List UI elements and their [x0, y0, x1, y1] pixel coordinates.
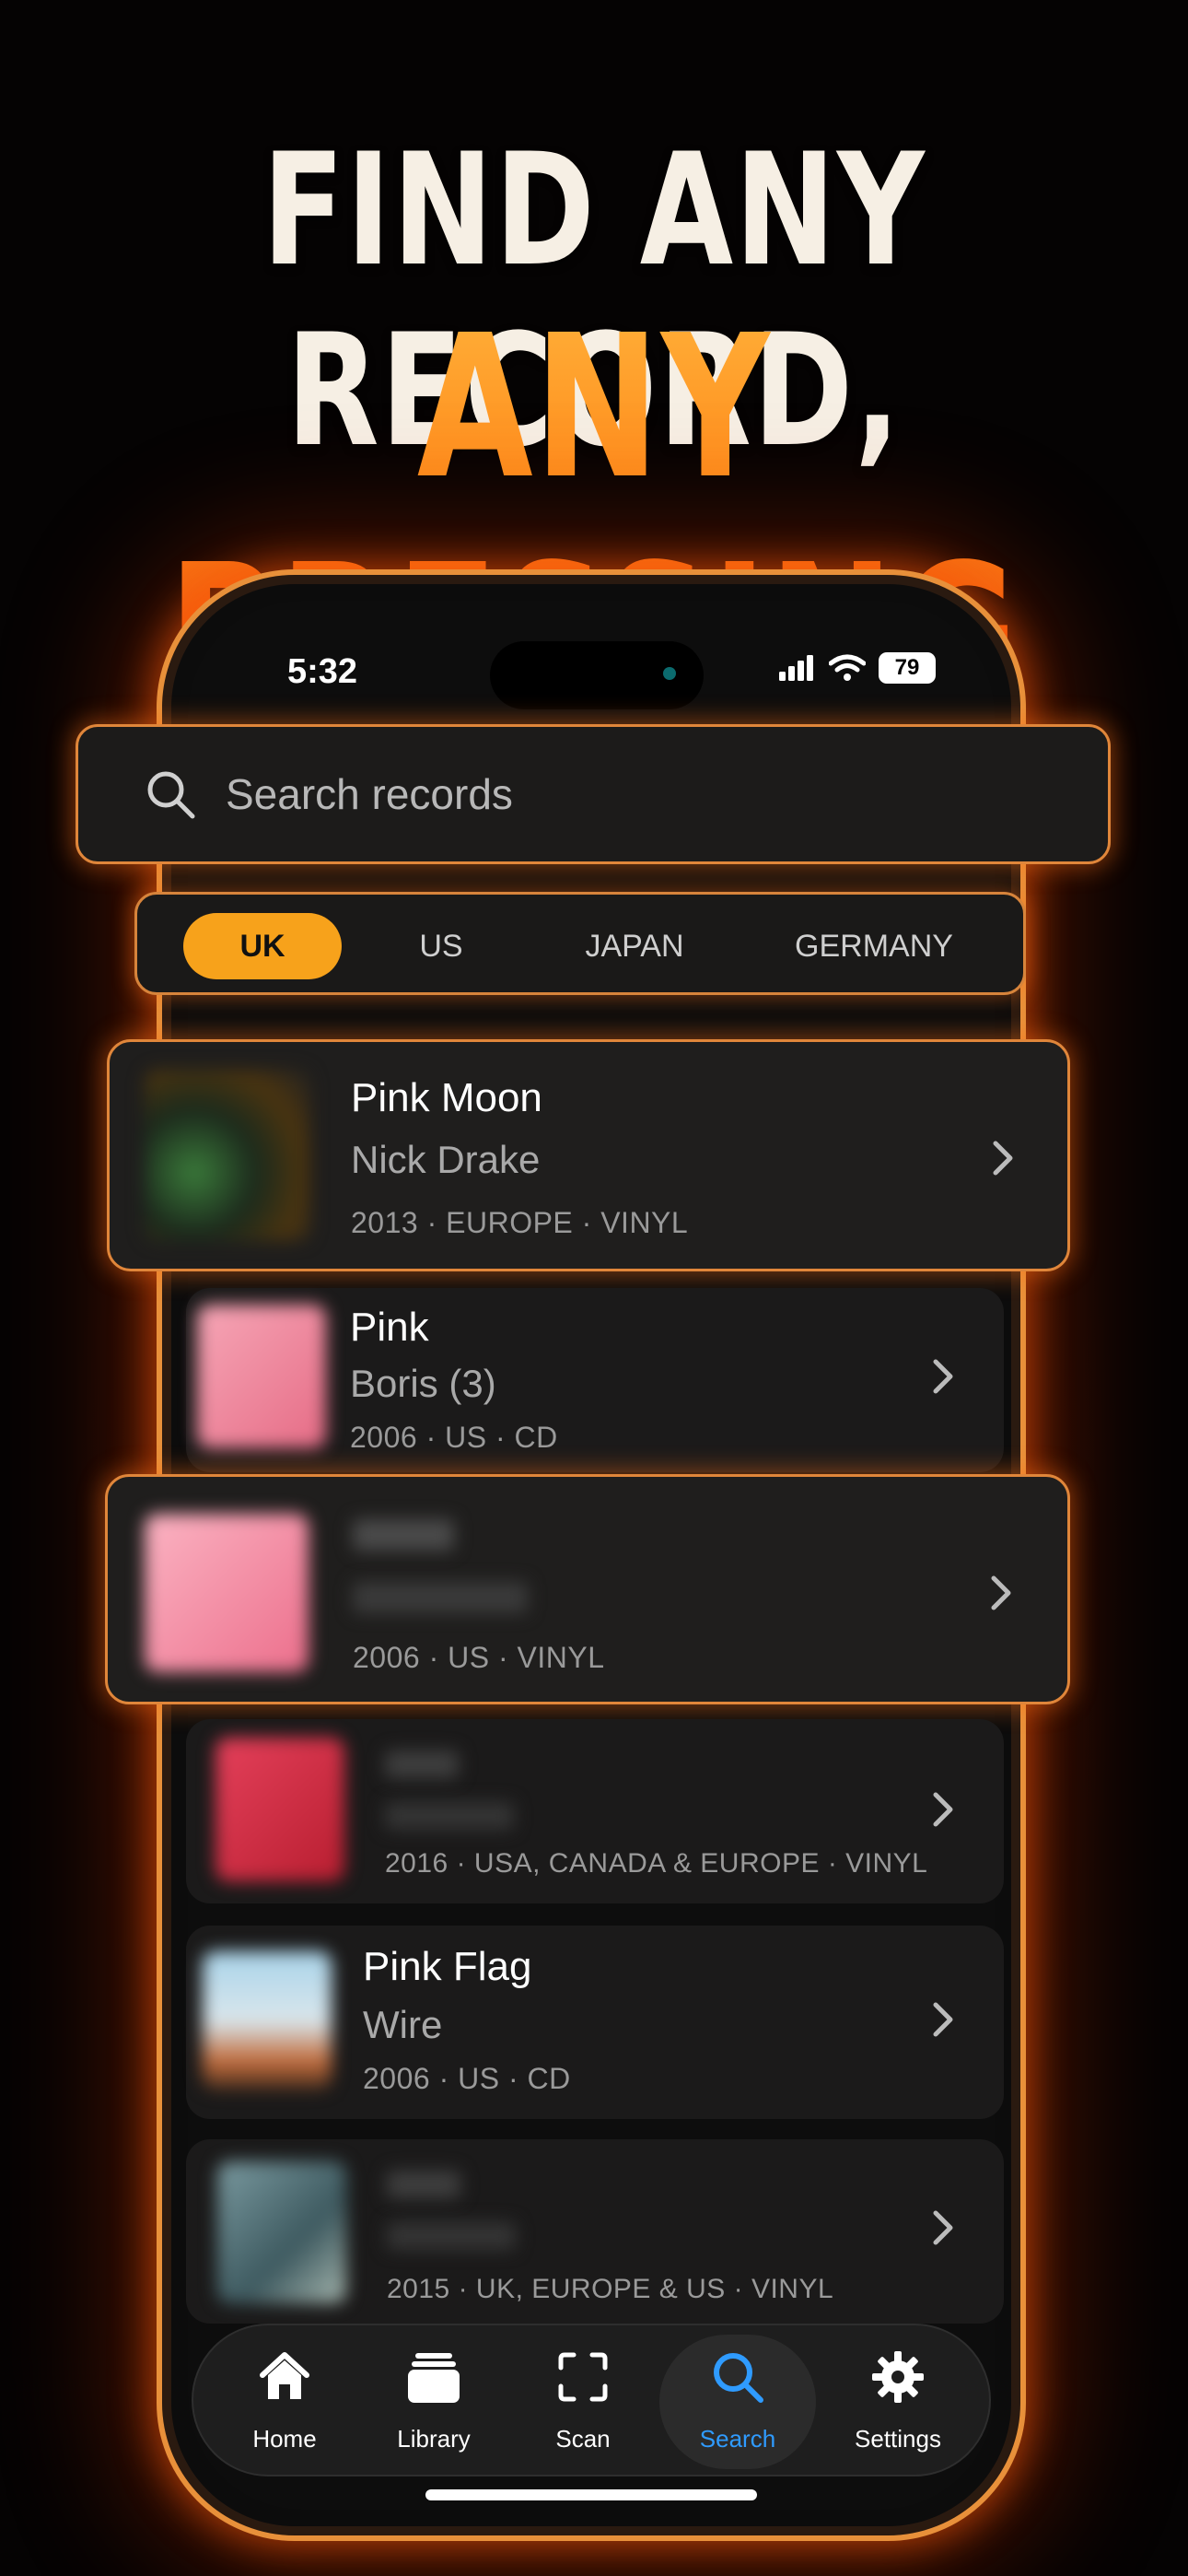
wifi-icon — [829, 654, 866, 681]
record-meta: 2006 · US · VINYL — [353, 1641, 605, 1674]
record-meta: 2015 · UK, EUROPE & US · VINYL — [387, 2274, 834, 2304]
library-icon — [408, 2353, 460, 2403]
tab-home[interactable]: Home — [215, 2325, 354, 2478]
tab-settings[interactable]: Settings — [829, 2325, 967, 2478]
tab-uk[interactable]: UK — [183, 913, 342, 979]
record-artist: Nick Drake — [351, 1138, 541, 1181]
record-artist: Wire — [363, 2003, 443, 2046]
record-artist — [353, 1582, 528, 1613]
record-title: Pink Moon — [351, 1075, 542, 1120]
list-item[interactable]: 2015 · UK, EUROPE & US · VINYL — [186, 2139, 1004, 2324]
record-title: Pink Flag — [363, 1944, 532, 1989]
search-bar[interactable]: Search records — [76, 724, 1111, 864]
camera-dot — [663, 667, 676, 680]
chevron-right-icon — [993, 1141, 1013, 1176]
record-artist: Boris (3) — [350, 1362, 496, 1405]
tab-home-label: Home — [252, 2425, 317, 2453]
search-icon — [147, 771, 195, 819]
dynamic-island — [490, 641, 704, 709]
record-artist — [387, 2222, 516, 2250]
tab-settings-label: Settings — [855, 2425, 941, 2453]
list-item[interactable]: 2016 · USA, CANADA & EUROPE · VINYL — [186, 1719, 1004, 1903]
list-item[interactable]: Pink Moon Nick Drake 2013 · EUROPE · VIN… — [107, 1039, 1070, 1271]
chevron-right-icon — [933, 1792, 953, 1827]
tab-germany[interactable]: GERMANY — [754, 913, 994, 979]
tab-search-label: Search — [699, 2425, 776, 2453]
album-cover — [197, 1305, 326, 1448]
battery-icon: 79 — [879, 652, 936, 684]
tab-library[interactable]: Library — [365, 2325, 503, 2478]
list-item[interactable]: Pink Flag Wire 2006 · US · CD — [186, 1926, 1004, 2119]
tab-search[interactable]: Search — [669, 2325, 807, 2478]
status-icons: 79 — [779, 652, 936, 684]
tab-us[interactable]: US — [367, 913, 515, 979]
chevron-right-icon — [991, 1575, 1011, 1610]
scan-icon — [558, 2352, 608, 2402]
tab-bar: Home Library Scan Search Settings — [192, 2324, 991, 2476]
record-meta: 2013 · EUROPE · VINYL — [351, 1206, 689, 1239]
signal-icon — [779, 655, 813, 681]
tab-japan[interactable]: JAPAN — [542, 913, 727, 979]
chevron-right-icon — [933, 1359, 953, 1394]
record-meta: 2006 · US · CD — [350, 1421, 558, 1454]
tab-library-label: Library — [397, 2425, 471, 2453]
list-item[interactable]: 2006 · US · VINYL — [105, 1474, 1070, 1704]
country-filter-tabs: UK US JAPAN GERMANY — [134, 892, 1026, 995]
record-title — [353, 1519, 454, 1551]
album-cover — [217, 2161, 346, 2303]
chevron-right-icon — [933, 2002, 953, 2037]
record-title — [387, 2171, 460, 2198]
record-artist — [385, 1802, 514, 1830]
album-cover — [145, 1514, 309, 1672]
status-time: 5:32 — [287, 652, 358, 691]
home-icon — [260, 2352, 309, 2399]
search-input[interactable]: Search records — [226, 769, 513, 819]
tab-scan[interactable]: Scan — [514, 2325, 652, 2478]
record-meta: 2016 · USA, CANADA & EUROPE · VINYL — [385, 1848, 928, 1879]
tab-scan-label: Scan — [555, 2425, 611, 2453]
search-icon — [714, 2353, 763, 2403]
list-item[interactable]: Pink Boris (3) 2006 · US · CD — [186, 1288, 1004, 1472]
record-title — [385, 1751, 459, 1778]
record-meta: 2006 · US · CD — [363, 2062, 571, 2095]
album-cover — [215, 1738, 344, 1881]
record-title: Pink — [350, 1305, 429, 1350]
album-cover — [203, 1951, 332, 2090]
home-indicator — [425, 2489, 757, 2500]
chevron-right-icon — [933, 2210, 953, 2245]
album-cover — [145, 1070, 310, 1241]
gear-icon — [872, 2351, 924, 2403]
